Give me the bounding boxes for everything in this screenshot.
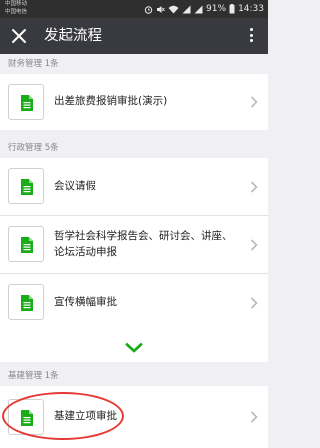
list-item-label: 宣传横幅审批 — [54, 296, 117, 308]
signal-2-icon — [194, 5, 203, 13]
alarm-icon — [144, 5, 153, 14]
list-item-philosophy-event[interactable]: 哲学社会科学报告会、研讨会、讲座、 论坛活动申报 — [0, 216, 268, 273]
chevron-right-icon — [250, 297, 258, 309]
list-item-travel-expense[interactable]: 出差旅费报销审批(演示) — [0, 74, 268, 130]
battery-icon — [229, 4, 235, 14]
carrier-labels: 中国移动 中国电信 — [5, 1, 27, 16]
mute-icon — [157, 5, 165, 13]
list-item-label-line2: 论坛活动申报 — [54, 246, 117, 258]
status-bar: 中国移动 中国电信 91% 14:33 — [0, 0, 268, 18]
signal-icon — [182, 5, 191, 13]
carrier-2: 中国电信 — [5, 8, 28, 15]
chevron-right-icon — [250, 181, 258, 193]
section-card-finance: 出差旅费报销审批(演示) — [0, 74, 268, 130]
section-header-admin: 行政管理 5条 — [8, 143, 59, 153]
chevron-right-icon — [250, 96, 258, 108]
document-icon — [8, 284, 44, 320]
highlight-annotation — [2, 392, 124, 440]
section-header-finance: 财务管理 1条 — [8, 59, 59, 69]
page-title: 发起流程 — [44, 28, 102, 44]
app-header: 发起流程 — [0, 18, 268, 54]
section-header-construction: 基建管理 1条 — [8, 371, 59, 381]
list-item-meeting-leave[interactable]: 会议请假 — [0, 158, 268, 215]
status-indicators: 91% 14:33 — [144, 2, 264, 16]
chevron-right-icon — [250, 411, 258, 423]
more-vertical-icon[interactable] — [248, 27, 254, 45]
list-item-label-line1: 哲学社会科学报告会、研讨会、讲座、 — [54, 230, 233, 242]
section-card-admin: 会议请假 哲学社会科学报告会、研讨会、讲座、 论坛活动申报 宣传横幅审批 — [0, 158, 268, 362]
close-icon[interactable] — [10, 27, 28, 45]
expand-chevron-down-icon[interactable] — [124, 342, 144, 354]
list-item-label: 会议请假 — [54, 180, 96, 192]
battery-percent: 91% — [206, 4, 227, 14]
list-item-banner-approval[interactable]: 宣传横幅审批 — [0, 274, 268, 331]
wifi-icon — [168, 5, 179, 13]
carrier-1: 中国移动 — [5, 1, 28, 7]
list-item-label: 出差旅费报销审批(演示) — [54, 95, 168, 107]
chevron-right-icon — [250, 239, 258, 251]
clock: 14:33 — [238, 4, 264, 14]
document-icon — [8, 168, 44, 204]
document-icon — [8, 226, 44, 262]
document-icon — [8, 84, 44, 120]
